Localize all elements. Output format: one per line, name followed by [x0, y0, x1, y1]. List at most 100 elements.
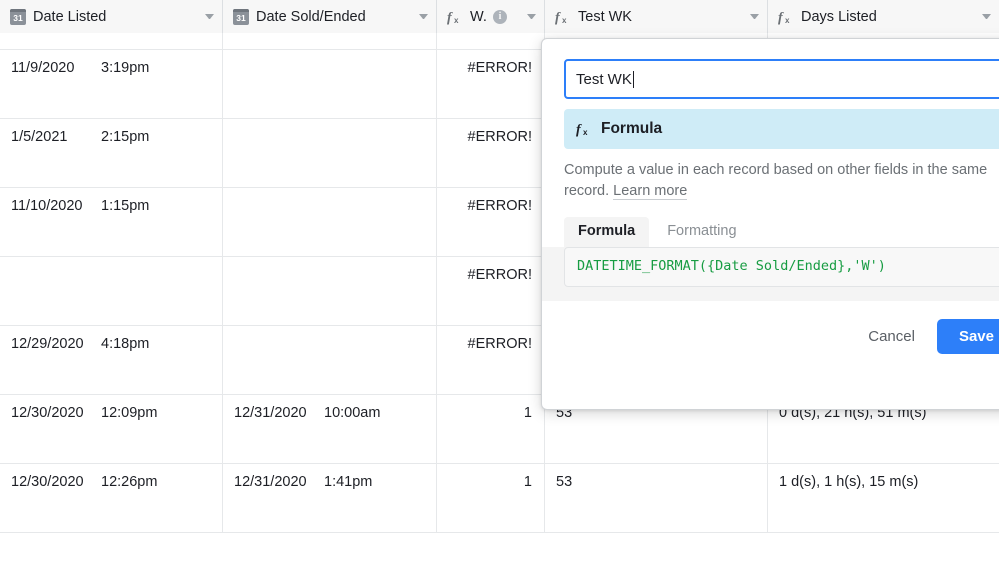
- svg-text:x: x: [562, 16, 567, 25]
- info-icon[interactable]: i: [493, 9, 507, 24]
- time-value: 12:26pm: [101, 474, 158, 490]
- svg-text:f: f: [576, 123, 582, 138]
- column-header-label: Test WK: [578, 8, 632, 25]
- fx-icon: f x: [576, 121, 592, 138]
- column-header-label: Days Listed: [801, 8, 877, 25]
- svg-text:x: x: [454, 16, 459, 25]
- cell-w[interactable]: #ERROR!: [437, 188, 545, 256]
- table-row[interactable]: 12/30/2020 12:26pm 12/31/2020 1:41pm 1 53 1 d(…: [0, 464, 999, 533]
- text-cursor: [632, 70, 635, 88]
- tab-formatting[interactable]: Formatting: [653, 217, 750, 247]
- dialog-footer: Cancel Save: [564, 319, 999, 354]
- cell-value: 1: [523, 405, 532, 421]
- svg-text:f: f: [555, 10, 561, 25]
- time-value: 12:09pm: [101, 405, 158, 421]
- svg-text:f: f: [447, 10, 453, 25]
- cell-date-listed[interactable]: [0, 257, 223, 325]
- cell-date-sold-ended[interactable]: 12/31/2020 1:41pm: [223, 464, 437, 532]
- svg-text:x: x: [583, 128, 588, 137]
- fx-icon: fx: [555, 9, 571, 25]
- cell-date-listed[interactable]: 12/29/2020 4:18pm: [0, 326, 223, 394]
- cell-date-listed[interactable]: 1/5/2021 2:15pm: [0, 119, 223, 187]
- column-header-days-listed[interactable]: f x Days Listed: [768, 0, 999, 33]
- cell-date-sold-ended[interactable]: 12/31/2020 10:00am: [223, 395, 437, 463]
- cell-value: #ERROR!: [467, 336, 532, 352]
- cell-value: #ERROR!: [467, 60, 532, 76]
- chevron-down-icon[interactable]: [750, 14, 759, 19]
- formula-tab-panel: DATETIME_FORMAT({Date Sold/Ended},'W'): [542, 247, 999, 301]
- chevron-down-icon[interactable]: [419, 14, 428, 19]
- svg-text:f: f: [778, 10, 784, 25]
- cell-date-sold-ended[interactable]: [223, 119, 437, 187]
- svg-text:x: x: [785, 16, 790, 25]
- cell-w[interactable]: #ERROR!: [437, 50, 545, 118]
- save-button[interactable]: Save: [936, 319, 999, 354]
- column-header-date-listed[interactable]: 31 Date Listed: [0, 0, 223, 33]
- dialog-tabs: Formula Formatting: [564, 217, 999, 247]
- field-type-label: Formula: [601, 120, 663, 137]
- cell-date-sold-ended[interactable]: [223, 257, 437, 325]
- chevron-down-icon[interactable]: [982, 14, 991, 19]
- cell-w[interactable]: #ERROR!: [437, 257, 545, 325]
- field-name-input[interactable]: Test WK: [564, 59, 999, 99]
- column-header-date-sold-ended[interactable]: 31 Date Sold/Ended: [223, 0, 437, 33]
- date-value: 1/5/2021: [11, 129, 68, 145]
- field-type-description: Compute a value in each record based on …: [564, 160, 999, 202]
- time-value: 1:15pm: [101, 198, 150, 214]
- time-value: 2:15pm: [101, 129, 150, 145]
- column-header-label: W...: [470, 8, 486, 25]
- calendar-icon: 31: [233, 8, 249, 25]
- column-header-test-wk[interactable]: f x Test WK: [545, 0, 768, 33]
- cell-date-sold-ended[interactable]: [223, 50, 437, 118]
- cell-value: #ERROR!: [467, 129, 532, 145]
- cell-w[interactable]: 1: [437, 395, 545, 463]
- cell-w[interactable]: #ERROR!: [437, 119, 545, 187]
- cancel-button[interactable]: Cancel: [858, 320, 925, 353]
- date-value: 11/9/2020: [11, 60, 75, 76]
- date-value: 12/30/2020: [11, 405, 84, 421]
- date-value: 11/10/2020: [11, 198, 83, 214]
- cell-date-listed[interactable]: 11/9/2020 3:19pm: [0, 50, 223, 118]
- field-editor-dialog: Test WK f x Formula Compute a value in e…: [541, 38, 999, 410]
- cell-value: 1 d(s), 1 h(s), 15 m(s): [779, 474, 919, 490]
- cell-date-sold-ended[interactable]: [223, 188, 437, 256]
- date-value: 12/29/2020: [11, 336, 84, 352]
- cell-w[interactable]: 1: [437, 464, 545, 532]
- cell-date-sold-ended[interactable]: [223, 326, 437, 394]
- time-value: 4:18pm: [101, 336, 150, 352]
- fx-icon: fx: [447, 9, 463, 25]
- field-name-value: Test WK: [576, 70, 632, 88]
- cell-test-wk[interactable]: 53: [545, 464, 768, 532]
- tab-formula[interactable]: Formula: [564, 217, 650, 247]
- date-value: 12/30/2020: [11, 474, 84, 490]
- column-header-label: Date Listed: [33, 8, 107, 25]
- time-value: 3:19pm: [101, 60, 150, 76]
- chevron-down-icon[interactable]: [205, 14, 214, 19]
- time-value: 1:41pm: [324, 474, 373, 490]
- column-header-w[interactable]: fx W... i: [437, 0, 545, 33]
- cell-w[interactable]: #ERROR!: [437, 326, 545, 394]
- cell-date-sold-ended[interactable]: [223, 33, 437, 49]
- learn-more-link[interactable]: Learn more: [613, 183, 688, 200]
- airtable-grid-view: 31Date Listed31Date Sold/EndedfxW...ifxT…: [0, 0, 999, 568]
- cell-w[interactable]: [437, 33, 545, 49]
- cell-days-listed[interactable]: 1 d(s), 1 h(s), 15 m(s): [768, 464, 999, 532]
- cell-date-listed[interactable]: 12/30/2020 12:09pm: [0, 395, 223, 463]
- cell-value: 53: [556, 474, 573, 490]
- chevron-down-icon[interactable]: [527, 14, 536, 19]
- formula-input[interactable]: DATETIME_FORMAT({Date Sold/Ended},'W'): [564, 247, 999, 287]
- fx-icon: fx: [778, 9, 794, 25]
- cell-value: #ERROR!: [467, 198, 532, 214]
- cell-date-listed[interactable]: 11/10/2020 1:15pm: [0, 188, 223, 256]
- cell-value: 1: [523, 474, 532, 490]
- field-type-select[interactable]: f x Formula: [564, 109, 999, 149]
- column-header-label: Date Sold/Ended: [256, 8, 366, 25]
- date-value: 12/31/2020: [234, 405, 307, 421]
- cell-date-listed[interactable]: 12/30/2020 12:26pm: [0, 464, 223, 532]
- time-value: 10:00am: [324, 405, 381, 421]
- date-value: 12/31/2020: [234, 474, 307, 490]
- cell-date-listed[interactable]: [0, 33, 223, 49]
- cell-value: #ERROR!: [467, 267, 532, 283]
- grid-header-row: 31Date Listed31Date Sold/EndedfxW...ifxT…: [0, 0, 999, 33]
- calendar-icon: 31: [10, 8, 26, 25]
